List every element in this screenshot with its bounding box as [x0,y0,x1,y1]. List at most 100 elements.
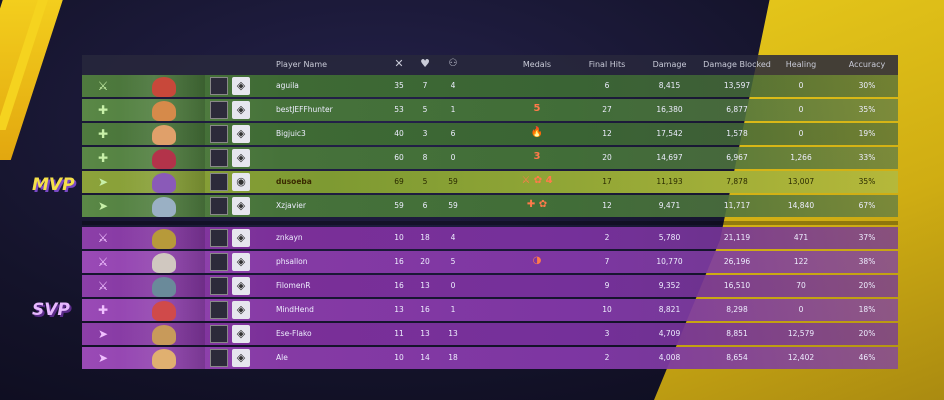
accuracy-value: 20% [858,329,876,338]
rank-icon: ◈ [232,301,250,319]
duelist-icon: ➤ [97,175,109,189]
deaths-value: 20 [420,257,430,266]
hero-portrait [120,347,205,369]
rank-icon: ◈ [232,197,250,215]
team-separator [82,221,898,225]
player-name: aguila [276,81,299,90]
damage-value: 8,415 [658,81,681,90]
player-row[interactable]: ⚔ ◈ aguila 35 7 4 6 8,415 13,597 0 30% [82,75,898,97]
medals: 5 [533,103,541,114]
deaths-value: 13 [420,329,430,338]
player-row[interactable]: ✚ ◈ MindHend 13 16 1 10 8,821 8,298 0 18… [82,299,898,321]
damage-value: 10,770 [656,257,683,266]
final-hits-value: 12 [602,129,612,138]
player-name: MindHend [276,305,314,314]
damage-value: 4,709 [658,329,681,338]
player-avatar [210,173,228,191]
damage-blocked-value: 13,597 [723,81,751,90]
accuracy-value: 38% [858,257,876,266]
accuracy-value: 33% [858,153,876,162]
damage-blocked-value: 16,510 [723,281,751,290]
hero-portrait [120,75,205,97]
deaths-value: 14 [420,353,430,362]
hero-portrait [120,147,205,169]
healing-value: 12,402 [787,353,815,362]
damage-value: 4,008 [658,353,681,362]
healing-value: 0 [798,305,804,314]
damage-blocked-value: 8,298 [726,305,748,314]
damage-value: 9,352 [658,281,681,290]
assists-value: 1 [450,305,456,314]
deaths-value: 5 [422,177,428,186]
player-avatar [210,349,228,367]
deaths-value: 7 [422,81,428,90]
player-row-mvp[interactable]: ➤ ◉ dusoeba 69 5 59 ⚔ ✿ 4 17 11,193 7,87… [82,171,898,193]
accuracy-value: 18% [858,305,876,314]
player-name: Xzjavier [276,201,306,210]
healing-value: 0 [798,129,804,138]
damage-blocked-value: 6,877 [726,105,748,114]
accuracy-value: 37% [858,233,876,242]
strategist-icon: ✚ [97,303,109,317]
deaths-value: 3 [422,129,428,138]
player-name: znkayn [276,233,303,242]
medals: ✚ ✿ [526,199,548,210]
assists-value: 13 [448,329,458,338]
assists-value: 0 [450,153,456,162]
player-row[interactable]: ⚔ ◈ phsallon 16 20 5 ◑ 7 10,770 26,196 1… [82,251,898,273]
damage-blocked-value: 7,878 [726,177,748,186]
damage-blocked-value: 26,196 [723,257,751,266]
rank-icon: ◈ [232,325,250,343]
player-row[interactable]: ➤ ◈ Xzjavier 59 6 59 ✚ ✿ 12 9,471 11,717… [82,195,898,217]
svp-label: SVP [32,300,70,320]
player-row[interactable]: ✚ ◈ 60 8 0 3 20 14,697 6,967 1,266 33% [82,147,898,169]
player-row[interactable]: ✚ ◈ bestJEFFhunter 53 5 1 5 27 16,380 6,… [82,99,898,121]
duelist-icon: ➤ [97,351,109,365]
player-row[interactable]: ➤ ◈ Ale 10 14 18 2 4,008 8,654 12,402 46… [82,347,898,369]
medals: 🔥 [530,127,544,138]
deaths-value: 6 [422,201,428,210]
vanguard-icon: ⚔ [97,279,109,293]
player-name: bestJEFFhunter [276,105,333,114]
player-row[interactable]: ➤ ◈ Ese-Flako 11 13 13 3 4,709 8,851 12,… [82,323,898,345]
duelist-icon: ➤ [97,327,109,341]
healing-value: 70 [796,281,806,290]
hero-portrait [120,323,205,345]
final-hits-value: 6 [604,81,610,90]
player-avatar [210,197,228,215]
player-row[interactable]: ✚ ◈ Bigjuic3 40 3 6 🔥 12 17,542 1,578 0 … [82,123,898,145]
player-avatar [210,253,228,271]
player-name: phsallon [276,257,308,266]
assists-value: 4 [450,81,456,90]
hero-portrait [120,123,205,145]
damage-value: 9,471 [658,201,681,210]
header-healing: Healing [785,60,817,69]
player-row[interactable]: ⚔ ◈ FilomenR 16 13 0 9 9,352 16,510 70 2… [82,275,898,297]
final-hits-value: 7 [604,257,610,266]
assists-value: 18 [448,353,458,362]
accuracy-value: 20% [858,281,876,290]
final-hits-value: 2 [604,233,610,242]
final-hits-value: 17 [602,177,612,186]
player-avatar [210,301,228,319]
hero-portrait [120,275,205,297]
assists-value: 1 [450,105,456,114]
final-hits-value: 9 [604,281,610,290]
rank-icon: ◈ [232,349,250,367]
accuracy-value: 46% [858,353,876,362]
player-avatar [210,77,228,95]
player-row[interactable]: ⚔ ◈ znkayn 10 18 4 2 5,780 21,119 471 37… [82,227,898,249]
damage-blocked-value: 8,654 [726,353,748,362]
damage-value: 16,380 [656,105,683,114]
accuracy-value: 30% [858,81,876,90]
hero-portrait [120,195,205,217]
rank-icon: ◉ [232,173,250,191]
healing-value: 14,840 [787,201,815,210]
header-medals: Medals [522,60,552,69]
assists-value: 6 [450,129,456,138]
player-name: Ale [276,353,288,362]
final-hits-value: 20 [602,153,612,162]
deaths-value: 16 [420,305,430,314]
assists-value: 59 [448,201,458,210]
hero-portrait [120,171,205,193]
